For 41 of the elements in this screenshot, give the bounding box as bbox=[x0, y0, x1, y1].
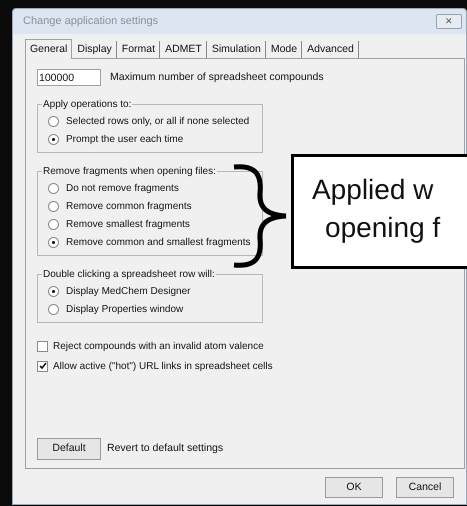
radio-label[interactable]: Remove common fragments bbox=[66, 198, 192, 214]
checkbox-label[interactable]: Allow active ("hot") URL links in spreadsheet cells bbox=[53, 358, 273, 374]
radio-label[interactable]: Do not remove fragments bbox=[66, 180, 179, 196]
dialog-button[interactable]: Cancel bbox=[396, 477, 454, 498]
radio-button[interactable] bbox=[48, 218, 59, 230]
radio-label[interactable]: Remove common and smallest fragments bbox=[66, 234, 251, 250]
tab[interactable]: Mode bbox=[266, 41, 302, 58]
check-icon bbox=[38, 362, 46, 370]
group-title: Double clicking a spreadsheet row will: bbox=[42, 268, 216, 282]
tab[interactable]: General bbox=[25, 39, 72, 59]
tab[interactable]: Simulation bbox=[208, 41, 266, 58]
group-title: Remove fragments when opening files: bbox=[42, 165, 217, 179]
checkbox[interactable] bbox=[37, 340, 48, 352]
tab[interactable]: ADMET bbox=[161, 41, 207, 58]
radio-label[interactable]: Display Properties window bbox=[66, 302, 184, 316]
group-title: Apply operations to: bbox=[42, 98, 132, 112]
radio-label[interactable]: Selected rows only, or all if none selected bbox=[66, 114, 250, 128]
callout-text: Applied w bbox=[312, 173, 434, 207]
radio-label[interactable]: Remove smallest fragments bbox=[66, 216, 190, 232]
checkbox[interactable] bbox=[37, 360, 48, 372]
radio-label[interactable]: Display MedChem Designer bbox=[66, 284, 190, 298]
tab[interactable]: Format bbox=[118, 41, 160, 58]
radio-button[interactable] bbox=[48, 182, 59, 194]
radio-button[interactable] bbox=[48, 304, 59, 314]
close-button[interactable]: ✕ bbox=[436, 14, 462, 29]
radio-button[interactable] bbox=[48, 116, 59, 126]
radio-button[interactable] bbox=[48, 200, 59, 212]
default-description: Revert to default settings bbox=[107, 441, 224, 456]
radio-button[interactable] bbox=[48, 286, 59, 296]
callout-text: opening f bbox=[324, 211, 442, 245]
tab[interactable]: Advanced bbox=[303, 41, 359, 58]
tab[interactable]: Display bbox=[73, 41, 117, 58]
radio-label[interactable]: Prompt the user each time bbox=[66, 132, 184, 146]
dialog-button[interactable]: OK bbox=[325, 477, 383, 498]
checkbox-label[interactable]: Reject compounds with an invalid atom valence bbox=[53, 338, 264, 354]
default-button[interactable]: Default bbox=[37, 438, 101, 460]
radio-button[interactable] bbox=[48, 134, 59, 144]
window-title: Change application settings bbox=[23, 14, 158, 30]
radio-button[interactable] bbox=[48, 236, 59, 248]
compounds-input[interactable]: 100000 bbox=[37, 69, 101, 86]
field-label: Maximum number of spreadsheet compounds bbox=[110, 70, 324, 85]
